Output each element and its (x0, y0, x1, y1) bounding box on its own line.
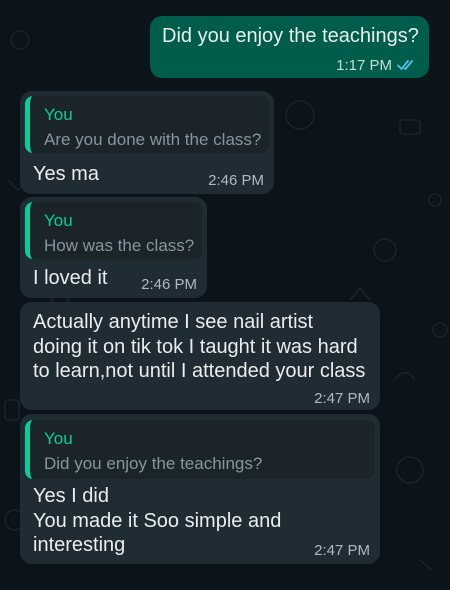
message-time: 2:46 PM (141, 276, 197, 293)
incoming-message[interactable]: You Did you enjoy the teachings? Yes I d… (20, 414, 380, 564)
message-text: Yes ma (33, 163, 99, 185)
double-check-icon (397, 60, 413, 70)
outgoing-message[interactable]: Did you enjoy the teachings? 1:17 PM (150, 16, 429, 78)
quote-text: Are you done with the class? (44, 130, 262, 149)
message-text: I loved it (33, 267, 108, 289)
message-time: 2:47 PM (314, 542, 370, 559)
message-time: 1:17 PM (336, 57, 392, 74)
quote-text: How was the class? (44, 236, 195, 255)
quoted-message[interactable]: You Did you enjoy the teachings? (25, 420, 375, 479)
quote-author: You (44, 429, 73, 448)
quote-text: Did you enjoy the teachings? (44, 454, 263, 473)
message-time: 2:47 PM (314, 390, 370, 407)
quote-author: You (44, 211, 73, 230)
message-text: Yes I did You made it Soo simple and int… (33, 485, 282, 556)
quoted-message[interactable]: You Are you done with the class? (25, 96, 269, 153)
incoming-message[interactable]: Actually anytime I see nail artist doing… (20, 302, 380, 410)
message-text: Did you enjoy the teachings? (162, 25, 419, 47)
message-time: 2:46 PM (208, 172, 264, 189)
message-text: Actually anytime I see nail artist doing… (33, 311, 366, 382)
quoted-message[interactable]: You How was the class? (25, 202, 202, 259)
quote-author: You (44, 105, 73, 124)
incoming-message[interactable]: You How was the class? I loved it 2:46 P… (20, 197, 207, 298)
incoming-message[interactable]: You Are you done with the class? Yes ma … (20, 91, 274, 194)
